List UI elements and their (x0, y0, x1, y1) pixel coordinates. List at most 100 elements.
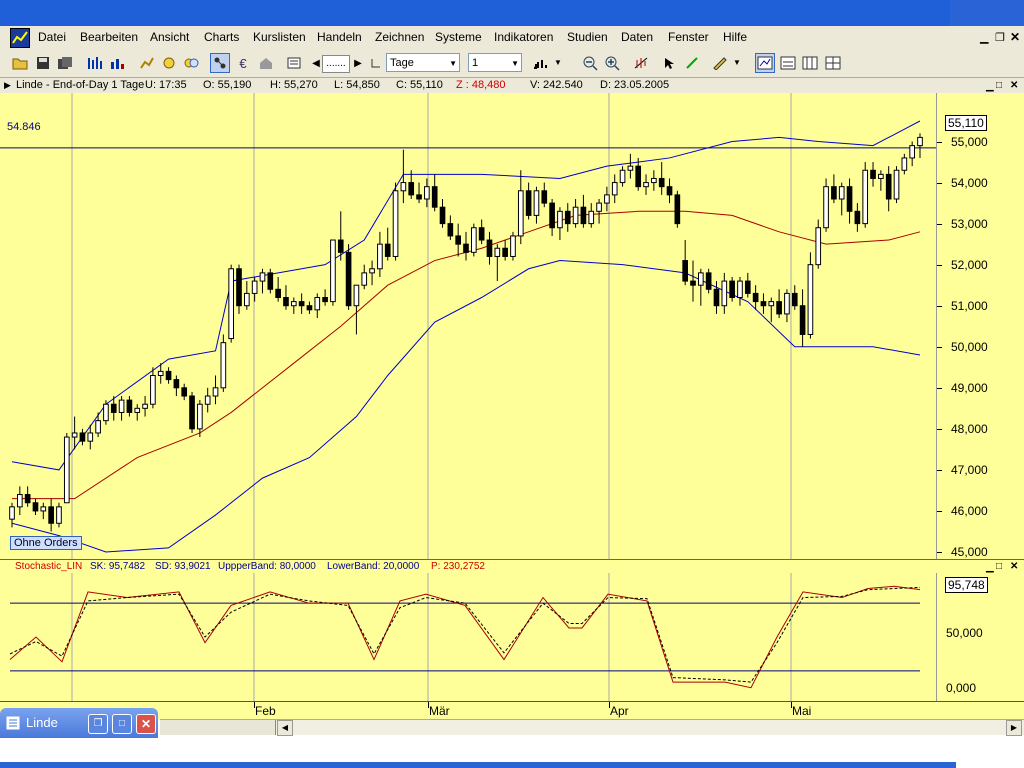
house-icon[interactable] (256, 53, 276, 73)
chart-layout-4-icon[interactable] (823, 53, 843, 73)
mdi-close-button[interactable]: ✕ (1010, 30, 1020, 44)
stochastic-chart[interactable] (0, 573, 936, 701)
scroll-right-icon[interactable]: ▶ (348, 53, 368, 73)
bar-spacing-control[interactable]: ....... (322, 55, 350, 73)
chart-minimize-button[interactable]: ▁ (986, 79, 994, 94)
chart-layout-3-icon[interactable] (800, 53, 820, 73)
stoch-sd-line (9, 586, 921, 683)
properties-icon[interactable] (284, 53, 304, 73)
column-chart-icon[interactable] (107, 53, 127, 73)
menu-systeme[interactable]: Systeme (435, 30, 482, 44)
stoch-upper: UppperBand: 80,0000 (218, 561, 316, 572)
mdi-restore-button[interactable]: ❐ (995, 31, 1005, 44)
menu-zeichnen[interactable]: Zeichnen (375, 30, 424, 44)
window-maximize-button[interactable]: □ (112, 714, 132, 734)
candle-down (337, 239, 344, 253)
menu-bearbeiten[interactable]: Bearbeiten (80, 30, 138, 44)
menu-fenster[interactable]: Fenster (668, 30, 709, 44)
chevron-down-icon[interactable]: ▼ (733, 58, 741, 67)
menu-hilfe[interactable]: Hilfe (723, 30, 747, 44)
save-icon[interactable] (33, 53, 53, 73)
date-value: D: 23.05.2005 (600, 79, 670, 91)
minimized-window[interactable]: Linde ❐ □ ✕ (0, 708, 158, 738)
candle-down (181, 387, 188, 397)
bar-chart-icon[interactable] (85, 53, 105, 73)
price-chart[interactable] (0, 93, 936, 559)
candle-up (470, 227, 477, 253)
chart-maximize-button[interactable]: □ (996, 78, 1002, 93)
candle-up (572, 206, 579, 225)
candle-down (173, 379, 180, 389)
stock-compare-icon[interactable] (181, 53, 201, 73)
mdi-minimize-button[interactable]: ▁ (980, 31, 988, 44)
price-chart-panel[interactable]: 54.846 Ohne Orders (0, 93, 936, 559)
candle-down (846, 186, 853, 212)
candle-down (666, 186, 673, 196)
stochastic-panel[interactable] (0, 573, 936, 701)
menu-kurslisten[interactable]: Kurslisten (253, 30, 306, 44)
menu-studien[interactable]: Studien (567, 30, 608, 44)
chart-style-icon[interactable] (530, 53, 550, 73)
candle-up (150, 374, 156, 405)
price-tick-label: 55,000 (951, 134, 988, 149)
scrollbar-split[interactable] (160, 720, 276, 735)
stoch-close-button[interactable]: ✕ (1010, 560, 1018, 574)
app-icon[interactable] (10, 28, 30, 48)
pointer-icon[interactable] (660, 53, 680, 73)
chart-layout-2-icon[interactable] (778, 53, 798, 73)
menu-charts[interactable]: Charts (204, 30, 239, 44)
zoom-in-icon[interactable] (602, 53, 622, 73)
menu-datei[interactable]: Datei (38, 30, 66, 44)
chevron-right-icon[interactable]: ▶ (4, 78, 11, 93)
candle-down (525, 190, 532, 216)
candle-up (197, 403, 203, 430)
stock-chart-icon[interactable] (159, 53, 179, 73)
candle-up (118, 399, 125, 413)
stock-icon[interactable] (137, 53, 157, 73)
open-folder-icon[interactable] (10, 53, 30, 73)
candle-down (580, 206, 587, 225)
linked-icon[interactable] (210, 53, 230, 73)
candle-up (611, 182, 618, 196)
candle-up (878, 173, 884, 179)
candle-down (431, 186, 438, 208)
draw-line-icon[interactable] (683, 53, 703, 73)
menu-indikatoren[interactable]: Indikatoren (494, 30, 553, 44)
chart-layout-1-icon[interactable] (755, 53, 775, 73)
menu-handeln[interactable]: Handeln (317, 30, 362, 44)
trendline-icon[interactable] (631, 53, 651, 73)
zoom-out-icon[interactable] (580, 53, 600, 73)
candle-down (408, 182, 415, 196)
stoch-sk: SK: 95,7482 (90, 561, 146, 572)
orders-button[interactable]: Ohne Orders (10, 536, 82, 550)
candle-down (658, 177, 665, 188)
status-strip (0, 738, 1024, 768)
date-label-mar: Mär (429, 704, 450, 718)
scroll-right-arrow[interactable]: ▶ (1006, 720, 1022, 736)
window-close-button[interactable]: ✕ (136, 714, 156, 734)
window-restore-button[interactable]: ❐ (88, 714, 108, 734)
candle-up (784, 292, 790, 315)
period-select[interactable]: Tage ▼ (386, 53, 460, 72)
candle-down (541, 190, 548, 204)
tick-feb (254, 702, 255, 708)
zoom-out-step-icon[interactable] (366, 53, 386, 73)
chevron-down-icon[interactable]: ▼ (554, 58, 562, 67)
candle-down (635, 165, 642, 188)
chart-close-button[interactable]: ✕ (1010, 78, 1018, 93)
candle-up (901, 157, 908, 171)
stoch-maximize-button[interactable]: □ (996, 560, 1002, 574)
pen-icon[interactable] (710, 53, 730, 73)
candle-up (259, 272, 266, 282)
price-tick-label: 49,000 (951, 380, 988, 395)
interval-select[interactable]: 1 ▼ (468, 53, 522, 72)
menu-ansicht[interactable]: Ansicht (150, 30, 189, 44)
save-all-icon[interactable] (55, 53, 75, 73)
scroll-left-arrow[interactable]: ◀ (277, 720, 293, 736)
euro-icon[interactable]: € (233, 53, 253, 73)
open-value: O: 55,190 (203, 79, 252, 91)
candle-up (494, 247, 501, 257)
stoch-title: Stochastic_LIN (15, 561, 83, 572)
horizontal-scrollbar[interactable]: ◀ ▶ (160, 719, 1024, 736)
menu-daten[interactable]: Daten (621, 30, 653, 44)
